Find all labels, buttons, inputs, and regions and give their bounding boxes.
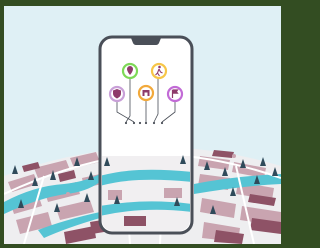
- pedestrian-icon: [150, 62, 168, 80]
- illustration-frame: [4, 6, 281, 244]
- phone-screen-map: [102, 155, 190, 231]
- phone-notch: [131, 38, 161, 45]
- smartphone-city-map-illustration: [4, 6, 281, 244]
- storefront-icon: [137, 84, 155, 102]
- smartphone: [98, 35, 194, 235]
- location-pin-icon: [121, 62, 139, 80]
- shield-icon: [108, 85, 126, 103]
- flag-icon: [166, 85, 184, 103]
